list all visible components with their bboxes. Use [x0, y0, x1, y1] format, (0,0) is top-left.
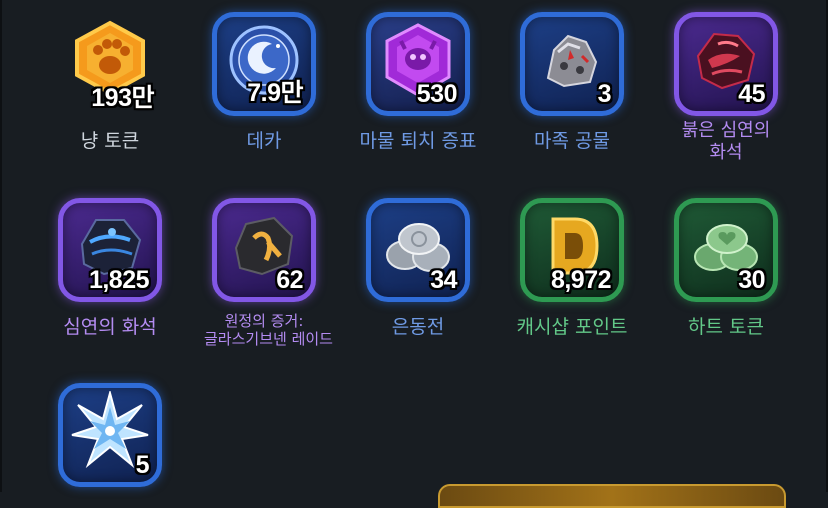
item-count: 62	[276, 266, 303, 294]
item-cashshop-point[interactable]: 8,972 캐시샵 포인트	[512, 198, 632, 338]
item-name: 캐시샵 포인트	[516, 316, 628, 338]
item-count: 530	[416, 80, 458, 108]
item-frame: 1,825	[58, 198, 162, 302]
item-count: 45	[738, 80, 765, 108]
item-expedition-proof[interactable]: 62 원정의 증거: 글라스기브넨 레이드	[204, 198, 333, 348]
item-count: 30	[738, 266, 765, 294]
item-count: 5	[135, 451, 150, 479]
item-frame: 530	[366, 12, 470, 116]
item-count: 3	[597, 80, 612, 108]
item-count: 1,825	[88, 266, 150, 294]
item-nyang-token[interactable]: 193만 냥 토큰	[50, 12, 170, 152]
item-frame: 193만	[58, 12, 162, 116]
item-heart-token[interactable]: 30 하트 토큰	[666, 198, 786, 338]
bottom-action-bar[interactable]	[438, 484, 786, 508]
item-name: 데카	[246, 130, 282, 152]
item-name: 하트 토큰	[688, 316, 764, 338]
item-frame: 45	[674, 12, 778, 116]
item-frame: 5	[58, 383, 162, 487]
item-count: 8,972	[550, 266, 612, 294]
item-frame: 7.9만	[212, 12, 316, 116]
item-monster-emblem[interactable]: 530 마물 퇴치 증표	[358, 12, 478, 152]
item-count: 193만	[91, 84, 154, 112]
item-name: 마물 퇴치 증표	[359, 130, 477, 152]
item-demon-offering[interactable]: 3 마족 공물	[512, 12, 632, 152]
item-name: 은동전	[391, 316, 445, 338]
item-deca[interactable]: 7.9만 데카	[204, 12, 324, 152]
item-name: 마족 공물	[534, 130, 610, 152]
item-red-abyss-fossil[interactable]: 45 붉은 심연의 화석	[666, 12, 786, 164]
left-border	[0, 0, 2, 492]
item-name: 심연의 화석	[63, 316, 157, 338]
item-star-crystal[interactable]: 5	[50, 383, 170, 487]
item-name: 붉은 심연의 화석	[681, 120, 771, 163]
item-abyss-fossil[interactable]: 1,825 심연의 화석	[50, 198, 170, 338]
item-count: 34	[430, 266, 457, 294]
item-silver-coins[interactable]: 34 은동전	[358, 198, 478, 338]
item-frame: 3	[520, 12, 624, 116]
item-name: 원정의 증거: 글라스기브넨 레이드	[204, 312, 333, 348]
item-frame: 34	[366, 198, 470, 302]
item-frame: 30	[674, 198, 778, 302]
item-frame: 8,972	[520, 198, 624, 302]
item-count: 7.9만	[247, 79, 303, 107]
item-name: 냥 토큰	[80, 130, 140, 152]
item-frame: 62	[212, 198, 316, 302]
